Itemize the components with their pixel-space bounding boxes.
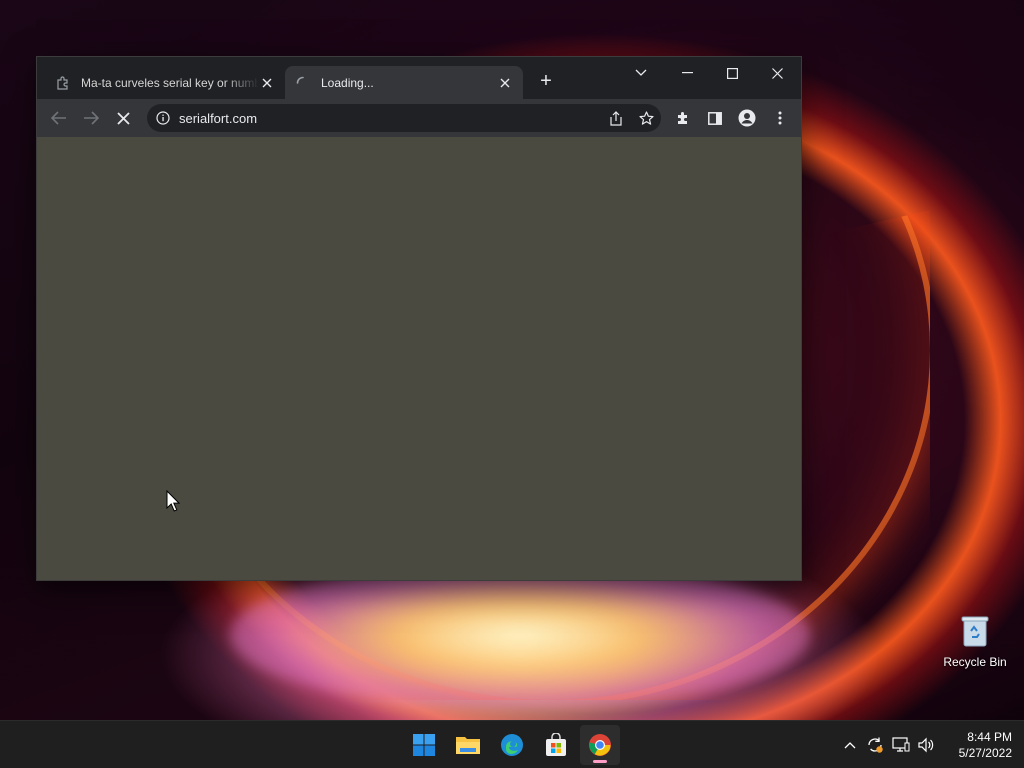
tab-serial-key[interactable]: Ma-ta curveles serial key or numb <box>45 66 285 99</box>
extensions-icon <box>677 111 687 124</box>
star-icon[interactable] <box>631 104 661 132</box>
volume-icon <box>918 737 934 753</box>
recycle-bin[interactable]: Recycle Bin <box>940 614 1010 669</box>
store-icon <box>546 733 566 756</box>
new-tab-button[interactable]: + <box>535 71 557 93</box>
volume-control[interactable] <box>915 721 937 768</box>
running-indicator <box>593 760 607 763</box>
extensions-button[interactable] <box>670 105 696 131</box>
share-icon[interactable] <box>601 104 631 132</box>
recycle-bin-icon <box>961 616 989 647</box>
forward-button[interactable] <box>78 105 104 131</box>
network-icon <box>892 737 910 752</box>
minimize-button[interactable] <box>665 59 709 87</box>
back-icon <box>51 111 66 125</box>
chrome-button[interactable] <box>580 725 620 765</box>
clock-time: 8:44 PM <box>967 730 1012 744</box>
tab-loading[interactable]: Loading... <box>285 66 523 99</box>
profile-icon <box>738 109 756 127</box>
start-icon <box>413 734 435 756</box>
chrome-window: Ma-ta curveles serial key or numb Loadin… <box>36 56 802 581</box>
browser-toolbar: serialfort.com <box>37 99 801 137</box>
menu-icon <box>778 111 782 125</box>
chrome-icon <box>589 734 611 756</box>
close-icon <box>771 67 783 79</box>
spinner-icon <box>295 75 311 91</box>
store-button[interactable] <box>536 725 576 765</box>
taskbar: 8:44 PM 5/27/2022 <box>0 720 1024 768</box>
tab-search-button[interactable] <box>619 59 663 87</box>
stop-button[interactable] <box>110 105 136 131</box>
file-explorer-icon <box>456 737 480 754</box>
stop-icon <box>116 111 130 125</box>
network-status[interactable] <box>890 721 912 768</box>
back-button[interactable] <box>46 105 72 131</box>
window-close-button[interactable] <box>755 59 799 87</box>
sidepanel-icon <box>708 111 722 125</box>
tab-strip: Ma-ta curveles serial key or numb Loadin… <box>37 57 801 99</box>
clock[interactable]: 8:44 PM 5/27/2022 <box>940 729 1012 761</box>
page-content[interactable] <box>37 137 801 580</box>
tab-title: Loading... <box>321 75 374 90</box>
minimize-icon <box>681 72 693 74</box>
maximize-icon <box>726 67 738 79</box>
maximize-button[interactable] <box>710 59 754 87</box>
menu-button[interactable] <box>767 105 793 131</box>
clock-date: 5/27/2022 <box>958 746 1012 760</box>
profile-button[interactable] <box>734 105 760 131</box>
tab-close-button[interactable] <box>497 75 513 91</box>
wallpaper-glow-core <box>230 560 810 710</box>
info-icon[interactable] <box>147 111 179 125</box>
address-bar[interactable]: serialfort.com <box>147 104 661 132</box>
recycle-bin-label: Recycle Bin <box>943 655 1007 669</box>
puzzle-icon <box>55 75 71 91</box>
edge-button[interactable] <box>492 725 532 765</box>
forward-icon <box>84 111 99 125</box>
file-explorer-button[interactable] <box>448 725 488 765</box>
start-button[interactable] <box>404 725 444 765</box>
show-hidden-icons-button[interactable] <box>840 721 860 768</box>
tab-close-button[interactable] <box>259 75 275 91</box>
tab-title: Ma-ta curveles serial key or numb <box>81 75 259 90</box>
address-url[interactable]: serialfort.com <box>179 111 601 126</box>
sync-status[interactable] <box>864 721 886 768</box>
mouse-cursor-icon <box>166 490 180 512</box>
chevron-up-icon <box>844 742 856 749</box>
side-panel-button[interactable] <box>702 105 728 131</box>
sync-icon <box>868 737 883 753</box>
edge-icon <box>501 734 523 756</box>
chevron-down-icon <box>635 69 647 76</box>
